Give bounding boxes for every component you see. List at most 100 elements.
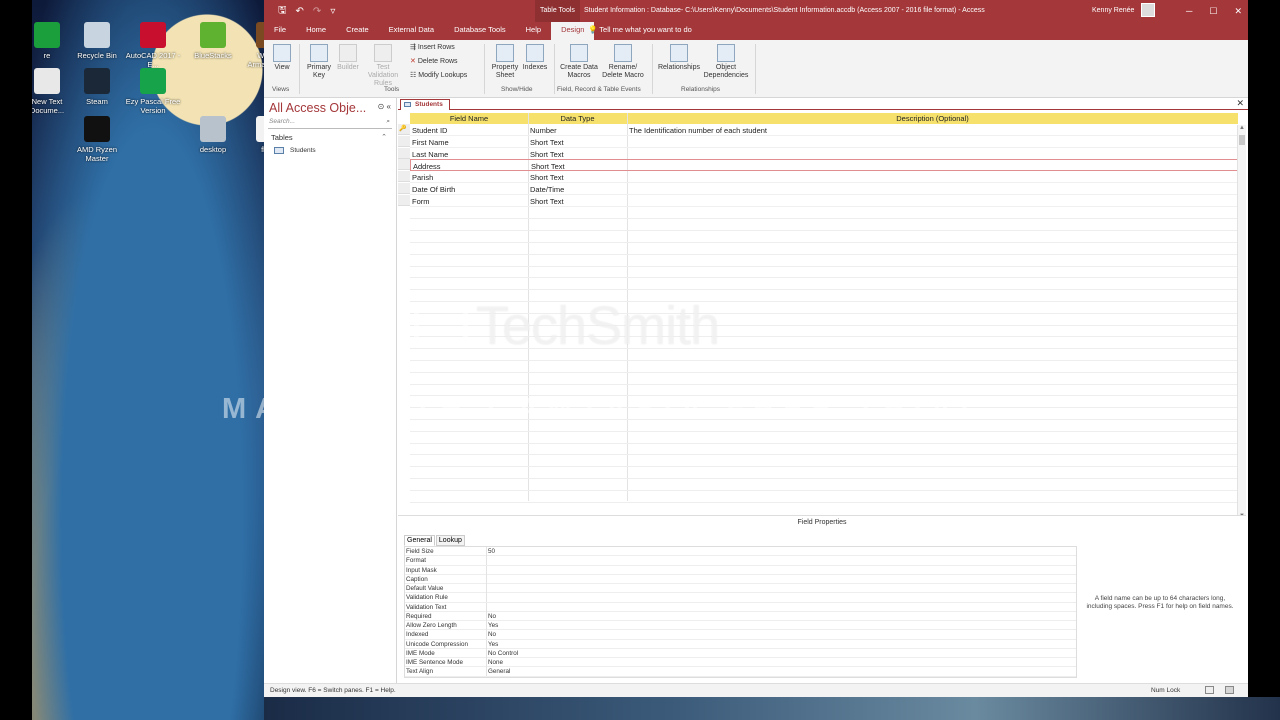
desktop-icon[interactable]: desktop xyxy=(182,116,244,154)
view-button[interactable]: View xyxy=(270,44,294,72)
cell-type[interactable]: Short Text xyxy=(531,162,565,171)
row-selector[interactable] xyxy=(398,135,410,147)
table-row[interactable]: Address Short Text xyxy=(410,159,1238,172)
cell-type[interactable]: Short Text xyxy=(530,173,564,182)
property-row[interactable]: Caption xyxy=(405,574,1076,584)
property-row[interactable]: Indexed No xyxy=(405,630,1076,640)
property-row[interactable]: Required No xyxy=(405,611,1076,621)
empty-row[interactable] xyxy=(410,489,1238,491)
desktop-icon[interactable]: flash xyxy=(238,116,264,154)
builder-button[interactable]: Builder xyxy=(335,44,361,72)
property-value[interactable]: No xyxy=(488,631,496,638)
primary-key-button[interactable]: Primary Key xyxy=(302,44,336,80)
object-dependencies-button[interactable]: Object Dependencies xyxy=(702,44,750,80)
delete-rows-button[interactable]: ✕ Delete Rows xyxy=(410,58,458,66)
empty-row[interactable] xyxy=(410,265,1238,267)
empty-row[interactable] xyxy=(410,501,1238,503)
desktop-icon[interactable]: BlueStacks xyxy=(182,22,244,60)
empty-row[interactable] xyxy=(410,277,1238,279)
cell-type[interactable]: Short Text xyxy=(530,138,564,147)
table-row[interactable]: Last Name Short Text xyxy=(410,148,1238,160)
table-row[interactable]: Form Short Text xyxy=(410,195,1238,207)
column-header-field-name[interactable]: Field Name xyxy=(410,113,528,124)
cell-name[interactable]: Student ID xyxy=(412,126,447,135)
desktop-icon[interactable]: AMD Ryzen Master xyxy=(66,116,128,163)
customize-qat-icon[interactable]: ▿ xyxy=(330,6,335,17)
empty-row[interactable] xyxy=(410,289,1238,291)
cell-type[interactable]: Short Text xyxy=(530,150,564,159)
cell-name[interactable]: Last Name xyxy=(412,150,448,159)
empty-row[interactable] xyxy=(410,360,1238,361)
nav-search-input[interactable]: Search... ⌕ xyxy=(268,118,392,129)
property-row[interactable]: IME Mode No Control xyxy=(405,648,1076,658)
save-icon[interactable]: 🖫 xyxy=(278,3,287,20)
undo-icon[interactable]: ↶ xyxy=(296,6,304,17)
table-row[interactable]: Date Of Birth Date/Time xyxy=(410,183,1238,195)
column-header-description[interactable]: Description (Optional) xyxy=(627,113,1238,124)
nav-header[interactable]: All Access Obje... ⊙ « xyxy=(264,98,396,118)
tab-general[interactable]: General xyxy=(404,535,435,546)
property-row[interactable]: Validation Text xyxy=(405,602,1076,612)
cell-name[interactable]: First Name xyxy=(412,138,449,147)
empty-row[interactable] xyxy=(410,242,1238,243)
property-value[interactable]: No Control xyxy=(488,650,518,657)
close-document-icon[interactable]: ✕ xyxy=(1236,98,1244,109)
property-sheet-button[interactable]: Property Sheet xyxy=(488,44,522,80)
cell-type[interactable]: Date/Time xyxy=(530,185,564,194)
empty-row[interactable] xyxy=(410,253,1238,255)
tab-database-tools[interactable]: Database Tools xyxy=(444,22,516,40)
scrollbar-thumb[interactable] xyxy=(1239,135,1245,145)
redo-icon[interactable]: ↷ xyxy=(313,6,321,17)
restore-button[interactable]: ☐ xyxy=(1209,0,1217,22)
empty-row[interactable] xyxy=(410,371,1238,373)
table-row[interactable]: Student ID Number The Identification numbe… xyxy=(410,124,1238,136)
cell-name[interactable]: Form xyxy=(412,197,430,206)
datasheet-view-icon[interactable] xyxy=(1205,686,1214,694)
cell-name[interactable]: Date Of Birth xyxy=(412,185,455,194)
indexes-button[interactable]: Indexes xyxy=(522,44,548,72)
desktop-icon[interactable]: Worms Armageddon xyxy=(238,22,264,69)
desktop-icon[interactable]: Recycle Bin xyxy=(66,22,128,60)
empty-row[interactable] xyxy=(410,442,1238,444)
search-icon[interactable]: ⌕ xyxy=(386,118,390,126)
property-row[interactable]: Text Align General xyxy=(405,667,1076,677)
test-validation-button[interactable]: Test Validation Rules xyxy=(361,44,405,88)
row-selector[interactable]: 🔑 xyxy=(398,124,410,135)
create-data-macros-button[interactable]: Create Data Macros xyxy=(558,44,600,80)
desktop-icon[interactable]: AutoCAD 2017 - E... xyxy=(122,22,184,69)
cell-name[interactable]: Parish xyxy=(412,173,433,182)
tab-home[interactable]: Home xyxy=(296,22,336,40)
row-selector[interactable] xyxy=(398,183,410,194)
empty-row[interactable] xyxy=(410,466,1238,468)
empty-row[interactable] xyxy=(410,454,1238,456)
tab-help[interactable]: Help xyxy=(516,22,551,40)
tab-external-data[interactable]: External Data xyxy=(379,22,444,40)
empty-row[interactable] xyxy=(410,383,1238,385)
cell-desc[interactable]: The Identification number of each studen… xyxy=(629,126,767,135)
table-row[interactable]: Parish Short Text xyxy=(410,171,1238,184)
row-selector[interactable] xyxy=(398,194,410,206)
insert-rows-button[interactable]: ⇶ Insert Rows xyxy=(410,44,455,52)
empty-row[interactable] xyxy=(410,218,1238,220)
tab-file[interactable]: File xyxy=(264,22,296,40)
property-row[interactable]: IME Sentence Mode None xyxy=(405,658,1076,668)
tell-me-box[interactable]: 💡 Tell me what you want to do xyxy=(588,22,692,38)
cell-type[interactable]: Number xyxy=(530,126,557,135)
relationships-button[interactable]: Relationships xyxy=(656,44,702,72)
property-row[interactable]: Input Mask xyxy=(405,565,1076,575)
nav-item-students[interactable]: Students xyxy=(264,142,396,154)
cell-type[interactable]: Short Text xyxy=(530,197,564,206)
row-selector[interactable] xyxy=(398,147,410,159)
vertical-scrollbar[interactable]: ▲▼ xyxy=(1237,125,1246,519)
property-value[interactable]: No xyxy=(488,613,496,620)
empty-row[interactable] xyxy=(410,230,1238,232)
cell-name[interactable]: Address xyxy=(413,162,441,171)
nav-section-tables[interactable]: Tables ⌃ xyxy=(264,129,396,142)
row-selector[interactable] xyxy=(398,159,410,171)
modify-lookups-button[interactable]: ☷ Modify Lookups xyxy=(410,72,467,80)
rename-delete-macro-button[interactable]: Rename/ Delete Macro xyxy=(600,44,646,80)
table-row[interactable]: First Name Short Text xyxy=(410,136,1238,148)
design-view-icon[interactable] xyxy=(1225,686,1234,694)
property-value[interactable]: Yes xyxy=(488,641,498,648)
tab-lookup[interactable]: Lookup xyxy=(435,535,465,546)
